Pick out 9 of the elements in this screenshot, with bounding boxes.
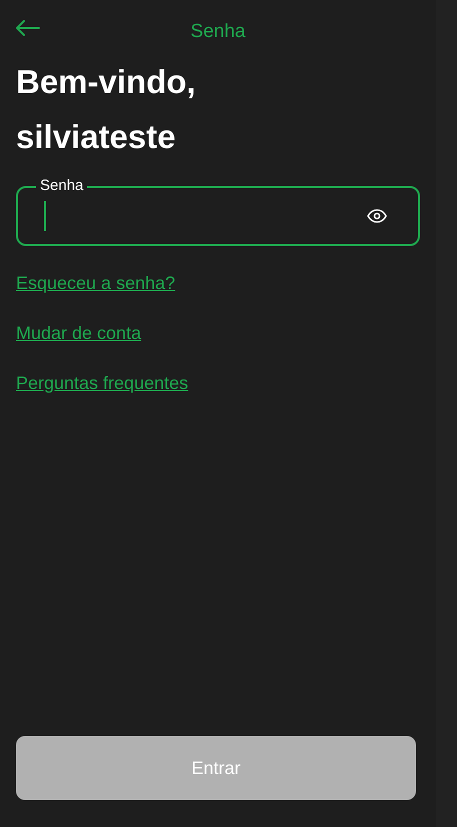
eye-icon [367,209,387,223]
back-button[interactable] [16,18,40,38]
back-arrow-icon [16,20,40,36]
greeting-heading: Bem-vindo, silviateste [16,62,197,157]
text-link[interactable]: Perguntas frequentes [16,370,188,396]
text-link[interactable]: Mudar de conta [16,320,142,346]
text-link[interactable]: Esqueceu a senha? [16,270,176,296]
text-cursor [44,201,46,231]
page-title: Senha [190,20,246,44]
